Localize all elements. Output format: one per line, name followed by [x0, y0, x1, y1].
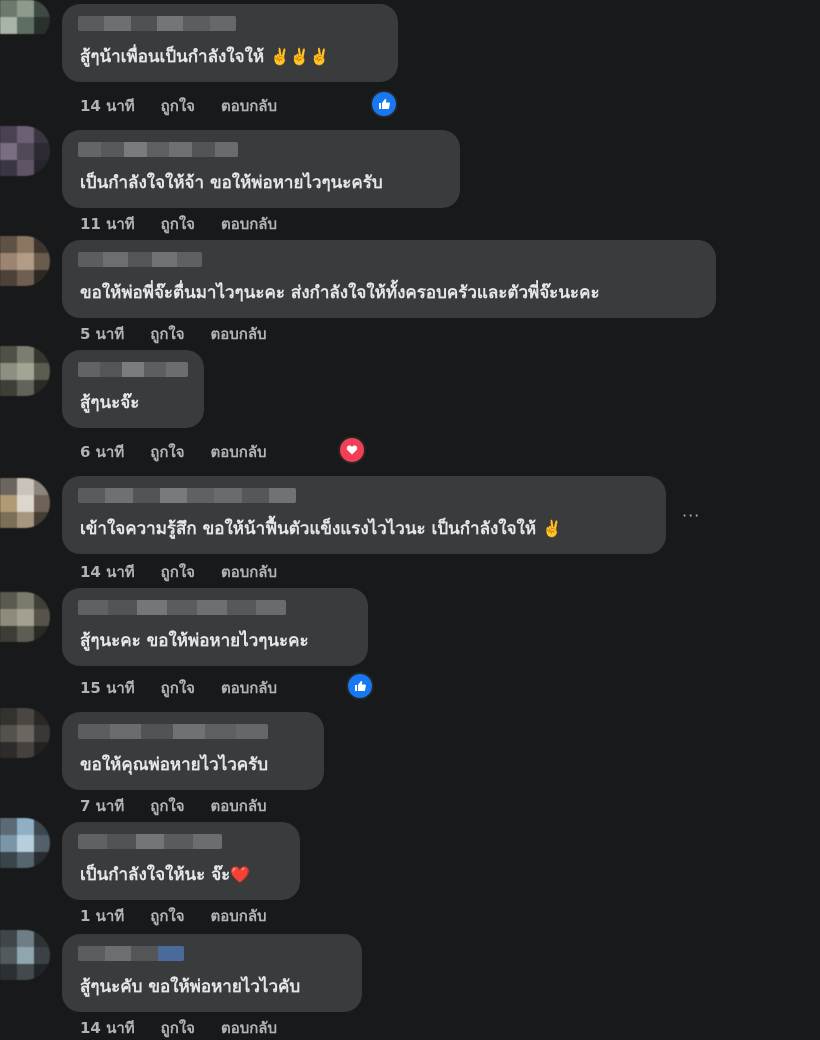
avatar[interactable] [0, 478, 50, 528]
victory-hand-emoji: ✌️ [541, 519, 562, 538]
reply-link[interactable]: ตอบกลับ [221, 1019, 277, 1037]
reply-link[interactable]: ตอบกลับ [221, 215, 277, 233]
comment-meta: 15 นาที ถูกใจ ตอบกลับ [80, 676, 303, 700]
commenter-name-redacted[interactable] [78, 16, 236, 31]
comment-time: 5 นาที [80, 325, 125, 343]
reply-link[interactable]: ตอบกลับ [211, 443, 267, 461]
red-heart-emoji: ❤️ [230, 865, 251, 884]
comment-meta: 11 นาที ถูกใจ ตอบกลับ [80, 212, 303, 236]
comment-time: 14 นาที [80, 1019, 135, 1037]
comment-bubble: เข้าใจความรู้สึก ขอให้น้าฟื้นตัวแข็งแรงไ… [62, 476, 666, 554]
comment-text: เป็นกำลังใจให้นะ จ๊ะ❤️ [80, 865, 251, 885]
comment-text: เข้าใจความรู้สึก ขอให้น้าฟื้นตัวแข็งแรงไ… [80, 519, 562, 539]
comment-meta: 7 นาที ถูกใจ ตอบกลับ [80, 794, 293, 818]
reply-link[interactable]: ตอบกลับ [211, 797, 267, 815]
victory-hand-emoji: ✌️✌️✌️ [270, 47, 330, 66]
commenter-name-redacted[interactable] [78, 724, 268, 739]
comment-text: สู้ๆนะคะ ขอให้พ่อหายไวๆนะคะ [80, 631, 309, 651]
avatar[interactable] [0, 126, 50, 176]
avatar[interactable] [0, 236, 50, 286]
comment-meta: 5 นาที ถูกใจ ตอบกลับ [80, 322, 293, 346]
like-link[interactable]: ถูกใจ [161, 1019, 195, 1037]
like-link[interactable]: ถูกใจ [161, 97, 195, 115]
comment-meta: 14 นาที ถูกใจ ตอบกลับ [80, 94, 303, 118]
reply-link[interactable]: ตอบกลับ [221, 679, 277, 697]
comment-time: 6 นาที [80, 443, 125, 461]
like-link[interactable]: ถูกใจ [161, 679, 195, 697]
like-link[interactable]: ถูกใจ [150, 325, 184, 343]
comment-bubble: สู้ๆน้าเพื่อนเป็นกำลังใจให้ ✌️✌️✌️ [62, 4, 398, 82]
avatar[interactable] [0, 592, 50, 642]
comment-time: 14 นาที [80, 563, 135, 581]
like-reaction-icon[interactable] [346, 672, 374, 700]
comment-bubble: ขอให้คุณพ่อหายไวไวครับ [62, 712, 324, 790]
comment-meta: 14 นาที ถูกใจ ตอบกลับ [80, 560, 303, 584]
comment-text: สู้ๆน้าเพื่อนเป็นกำลังใจให้ ✌️✌️✌️ [80, 47, 330, 67]
like-reaction-icon[interactable] [370, 90, 398, 118]
like-link[interactable]: ถูกใจ [150, 443, 184, 461]
commenter-name-redacted[interactable] [78, 600, 286, 615]
comment-text: ขอให้พ่อพี่จ๊ะตื่นมาไวๆนะคะ ส่งกำลังใจให… [80, 283, 600, 303]
comment-time: 1 นาที [80, 907, 125, 925]
reply-link[interactable]: ตอบกลับ [211, 325, 267, 343]
comment-bubble: สู้ๆนะจ๊ะ [62, 350, 204, 428]
comment-meta: 6 นาที ถูกใจ ตอบกลับ [80, 440, 293, 464]
avatar[interactable] [0, 930, 50, 980]
comment-time: 14 นาที [80, 97, 135, 115]
like-link[interactable]: ถูกใจ [161, 563, 195, 581]
comment-text: สู้ๆนะจ๊ะ [80, 393, 140, 413]
avatar[interactable] [0, 346, 50, 396]
commenter-name-redacted[interactable] [78, 488, 296, 503]
reply-link[interactable]: ตอบกลับ [211, 907, 267, 925]
comment-text: สู้ๆนะคับ ขอให้พ่อหายไวไวคับ [80, 977, 301, 997]
comment-bubble: สู้ๆนะคับ ขอให้พ่อหายไวไวคับ [62, 934, 362, 1012]
commenter-name-redacted[interactable] [78, 946, 184, 961]
like-link[interactable]: ถูกใจ [161, 215, 195, 233]
comment-text: ขอให้คุณพ่อหายไวไวครับ [80, 755, 269, 775]
comment-bubble: เป็นกำลังใจให้จ้า ขอให้พ่อหายไวๆนะครับ [62, 130, 460, 208]
more-options-button[interactable]: ··· [682, 506, 700, 525]
reply-link[interactable]: ตอบกลับ [221, 97, 277, 115]
reply-link[interactable]: ตอบกลับ [221, 563, 277, 581]
like-link[interactable]: ถูกใจ [150, 907, 184, 925]
comment-bubble: ขอให้พ่อพี่จ๊ะตื่นมาไวๆนะคะ ส่งกำลังใจให… [62, 240, 716, 318]
comment-text: เป็นกำลังใจให้จ้า ขอให้พ่อหายไวๆนะครับ [80, 173, 383, 193]
love-reaction-icon[interactable] [338, 436, 366, 464]
like-link[interactable]: ถูกใจ [150, 797, 184, 815]
comment-time: 7 นาที [80, 797, 125, 815]
comment-meta: 1 นาที ถูกใจ ตอบกลับ [80, 904, 293, 928]
commenter-name-redacted[interactable] [78, 252, 202, 267]
commenter-name-redacted[interactable] [78, 834, 222, 849]
avatar[interactable] [0, 708, 50, 758]
avatar[interactable] [0, 0, 50, 40]
commenter-name-redacted[interactable] [78, 142, 238, 157]
comment-time: 11 นาที [80, 215, 135, 233]
comment-bubble: เป็นกำลังใจให้นะ จ๊ะ❤️ [62, 822, 300, 900]
commenter-name-redacted[interactable] [78, 362, 188, 377]
avatar[interactable] [0, 818, 50, 868]
comment-bubble: สู้ๆนะคะ ขอให้พ่อหายไวๆนะคะ [62, 588, 368, 666]
comment-time: 15 นาที [80, 679, 135, 697]
comment-meta: 14 นาที ถูกใจ ตอบกลับ [80, 1016, 303, 1040]
